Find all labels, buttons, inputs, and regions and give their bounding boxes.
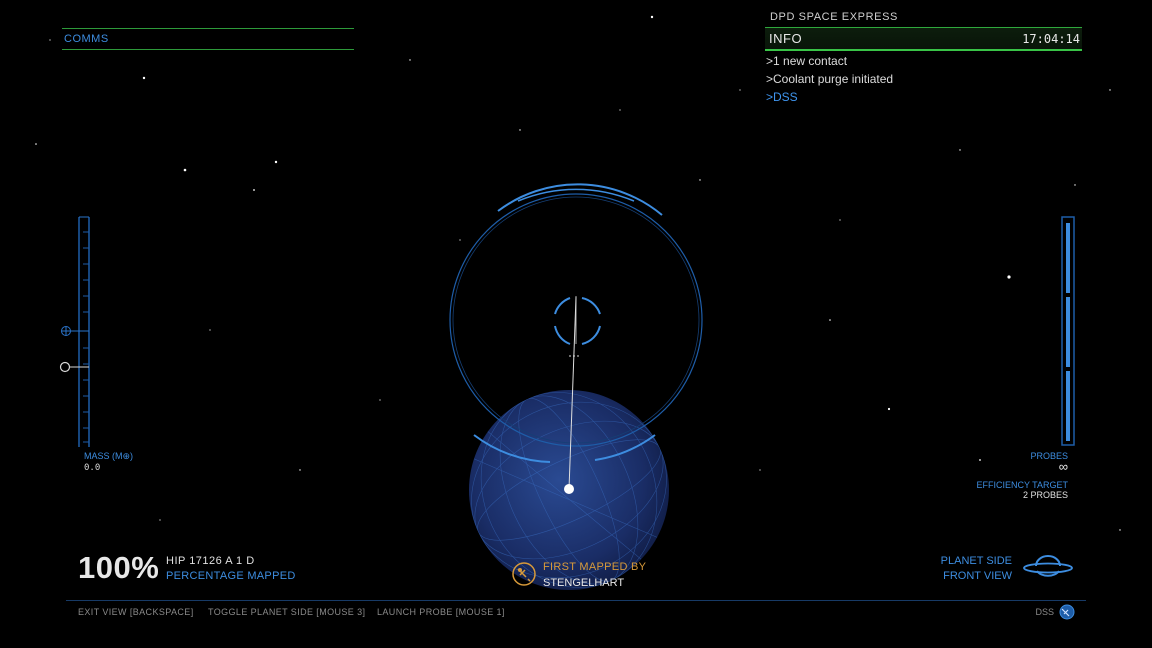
- front-view-label: FRONT VIEW: [943, 570, 1012, 582]
- probe-target-marker: [564, 484, 574, 494]
- first-mapped-name: STENGELHART: [543, 577, 625, 589]
- ship-name: DPD SPACE EXPRESS: [770, 11, 898, 23]
- percentage-mapped-value: 100%: [78, 550, 160, 585]
- first-mapped-icon: [512, 562, 536, 586]
- clock-time: 17:04:14: [1022, 32, 1080, 46]
- info-title: INFO: [769, 31, 803, 46]
- info-message: >DSS: [766, 90, 798, 104]
- efficiency-target-value: 2 PROBES: [1022, 490, 1068, 500]
- probes-count: ∞: [1058, 459, 1068, 474]
- info-panel-header[interactable]: INFO 17:04:14: [765, 27, 1082, 51]
- planet-side-label: PLANET SIDE: [940, 555, 1012, 567]
- info-message: >1 new contact: [766, 54, 848, 68]
- first-mapped-label: FIRST MAPPED BY: [543, 561, 647, 573]
- percentage-mapped-label: PERCENTAGE MAPPED: [166, 570, 296, 582]
- mass-label: MASS (M⊕): [84, 451, 134, 461]
- dss-label: DSS: [1035, 607, 1054, 617]
- info-message: >Coolant purge initiated: [766, 72, 894, 86]
- launch-probe-button[interactable]: LAUNCH PROBE [MOUSE 1]: [377, 607, 505, 617]
- mass-gauge: [59, 216, 90, 447]
- comms-panel[interactable]: COMMS: [62, 28, 354, 50]
- probe-gauge: [1061, 216, 1075, 446]
- exit-view-button[interactable]: EXIT VIEW [BACKSPACE]: [78, 607, 194, 617]
- efficiency-target-label: EFFICIENCY TARGET: [976, 480, 1068, 490]
- body-name: HIP 17126 A 1 D: [166, 555, 255, 567]
- bottom-divider: [66, 600, 1086, 601]
- toggle-planet-side-button[interactable]: TOGGLE PLANET SIDE [MOUSE 3]: [208, 607, 365, 617]
- scanner-reticle[interactable]: [430, 180, 730, 610]
- comms-label: COMMS: [64, 33, 109, 45]
- dss-icon[interactable]: [1058, 603, 1076, 621]
- planet-side-icon[interactable]: [1022, 553, 1074, 581]
- mass-value: 0.0: [84, 463, 101, 473]
